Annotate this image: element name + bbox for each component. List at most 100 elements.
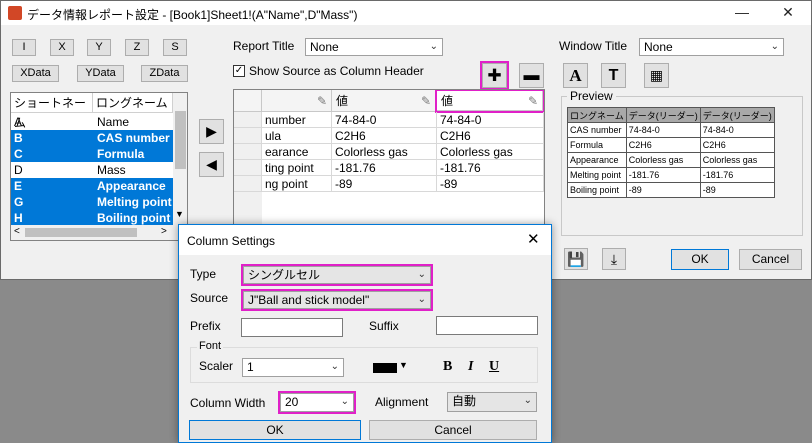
preview-cell: -89 <box>625 182 701 198</box>
ok-button[interactable]: OK <box>671 249 729 270</box>
grid-cell[interactable]: -89 <box>437 176 544 192</box>
scroll-down-icon[interactable]: ▼ <box>175 209 184 219</box>
long-name-cell: Formula <box>97 147 145 161</box>
type-combo[interactable]: シングルセル ⌄ <box>241 264 433 286</box>
chevron-down-icon: ⌄ <box>340 396 349 407</box>
suffix-input[interactable] <box>436 316 538 335</box>
font-button[interactable]: A <box>563 63 588 88</box>
z-column-button[interactable]: Z <box>125 39 149 56</box>
short-name-cell: G <box>14 195 24 209</box>
grid-cell[interactable]: ula <box>262 128 332 144</box>
column-name-list[interactable]: ショートネーム ロングネーム A Name B CAS number C Formula D… <box>10 92 188 241</box>
add-column-button[interactable]: ✚ <box>480 61 509 90</box>
remove-column-button[interactable]: ▬ <box>519 63 544 88</box>
grid-cell[interactable]: C2H6 <box>332 128 437 144</box>
zdata-button[interactable]: ZData <box>141 65 188 82</box>
long-name-header[interactable]: ロングネーム <box>93 93 173 113</box>
font-color-picker[interactable]: ▼ <box>371 360 415 375</box>
italic-button[interactable]: I <box>468 359 473 375</box>
grid-cell[interactable]: Colorless gas <box>437 144 544 160</box>
save-button[interactable]: 💾 <box>564 248 588 270</box>
short-name-cell: H <box>14 211 23 225</box>
scrollbar-thumb[interactable] <box>175 111 186 169</box>
scaler-combo[interactable]: 1 ⌄ <box>242 358 344 377</box>
column-settings-dialog: Column Settings ✕ Type シングルセル ⌄ Source J… <box>178 224 552 443</box>
table-format-button[interactable]: ▦ <box>644 63 669 88</box>
short-name-cell: C <box>14 147 23 161</box>
y-column-button[interactable]: Y <box>87 39 111 56</box>
list-item[interactable]: G Melting point <box>11 194 173 210</box>
grid-row-header[interactable] <box>234 176 262 192</box>
window-title-combo[interactable]: None ⌄ <box>639 38 784 56</box>
grid-cell[interactable]: ting point <box>262 160 332 176</box>
remove-from-report-button[interactable]: ◀ <box>199 152 224 177</box>
grid-cell[interactable]: earance <box>262 144 332 160</box>
list-item[interactable]: C Formula <box>11 146 173 162</box>
vertical-scrollbar[interactable]: ▼ <box>173 93 187 225</box>
column-width-value: 20 <box>285 395 299 409</box>
grid-cell[interactable]: 74-84-0 <box>437 112 544 128</box>
list-item[interactable]: A Name <box>11 114 173 130</box>
prefix-input[interactable] <box>241 318 343 337</box>
underline-button[interactable]: U <box>489 359 499 375</box>
ydata-button[interactable]: YData <box>77 65 124 82</box>
preview-row: Formula C2H6 C2H6 <box>567 137 775 153</box>
report-title-combo[interactable]: None ⌄ <box>305 38 443 56</box>
grid-row-header[interactable] <box>234 112 262 128</box>
grid-corner <box>234 90 262 112</box>
text-button[interactable]: T <box>601 63 626 88</box>
pencil-icon[interactable]: ✎ <box>317 90 327 112</box>
close-icon[interactable]: ✕ <box>527 230 540 248</box>
dialog-cancel-button[interactable]: Cancel <box>369 420 537 440</box>
grid-cell[interactable]: 74-84-0 <box>332 112 437 128</box>
scroll-left-icon[interactable]: < <box>14 226 20 237</box>
column-width-combo[interactable]: 20 ⌄ <box>278 391 356 414</box>
source-combo[interactable]: J"Ball and stick model" ⌄ <box>241 289 433 311</box>
scroll-right-icon[interactable]: > <box>161 226 167 237</box>
show-source-checkbox[interactable]: ✓ <box>233 65 245 77</box>
grid-cell[interactable]: Colorless gas <box>332 144 437 160</box>
grid-header-name[interactable]: ✎ <box>262 90 332 112</box>
grid-row-header[interactable] <box>234 160 262 176</box>
type-label: Type <box>190 267 217 281</box>
long-name-cell: Appearance <box>97 179 166 193</box>
short-name-cell: B <box>14 131 23 145</box>
add-to-report-button[interactable]: ▶ <box>199 119 224 144</box>
grid-header-col1[interactable]: 値 ✎ <box>332 90 436 112</box>
s-column-button[interactable]: S <box>163 39 187 56</box>
grid-row-header[interactable] <box>234 128 262 144</box>
i-column-button[interactable]: I <box>12 39 36 56</box>
h-scrollbar-thumb[interactable] <box>25 228 137 237</box>
pencil-icon[interactable]: ✎ <box>421 90 431 112</box>
grid-cell[interactable]: ng point <box>262 176 332 192</box>
download-button[interactable]: ⤓ <box>602 248 626 270</box>
horizontal-scrollbar[interactable]: < > <box>11 225 187 240</box>
grid-row-header[interactable] <box>234 144 262 160</box>
list-item[interactable]: B CAS number <box>11 130 173 146</box>
close-icon[interactable]: ✕ <box>765 1 811 25</box>
app-icon <box>8 6 22 20</box>
alignment-combo[interactable]: 自動 ⌄ <box>447 392 537 412</box>
preview-cell: Melting point <box>567 167 627 183</box>
minimize-icon[interactable]: — <box>719 1 765 25</box>
short-name-header[interactable]: ショートネーム <box>11 93 93 130</box>
grid-cell[interactable]: C2H6 <box>437 128 544 144</box>
grid-cell[interactable]: -89 <box>332 176 437 192</box>
cancel-button[interactable]: Cancel <box>739 249 802 270</box>
suffix-label: Suffix <box>369 319 399 333</box>
grid-cell[interactable]: -181.76 <box>437 160 544 176</box>
alignment-value: 自動 <box>452 394 477 408</box>
dialog-ok-button[interactable]: OK <box>189 420 361 440</box>
report-title-label: Report Title <box>233 39 295 53</box>
preview-row: Appearance Colorless gas Colorless gas <box>567 152 775 168</box>
list-item[interactable]: E Appearance <box>11 178 173 194</box>
grid-cell[interactable]: number <box>262 112 332 128</box>
pencil-icon[interactable]: ✎ <box>528 91 538 111</box>
grid-cell[interactable]: -181.76 <box>332 160 437 176</box>
grid-header-col2[interactable]: 値 ✎ <box>435 90 544 113</box>
list-item[interactable]: D Mass <box>11 162 173 178</box>
xdata-button[interactable]: XData <box>12 65 59 82</box>
list-item[interactable]: H Boiling point <box>11 210 173 226</box>
x-column-button[interactable]: X <box>50 39 74 56</box>
bold-button[interactable]: B <box>443 359 452 375</box>
